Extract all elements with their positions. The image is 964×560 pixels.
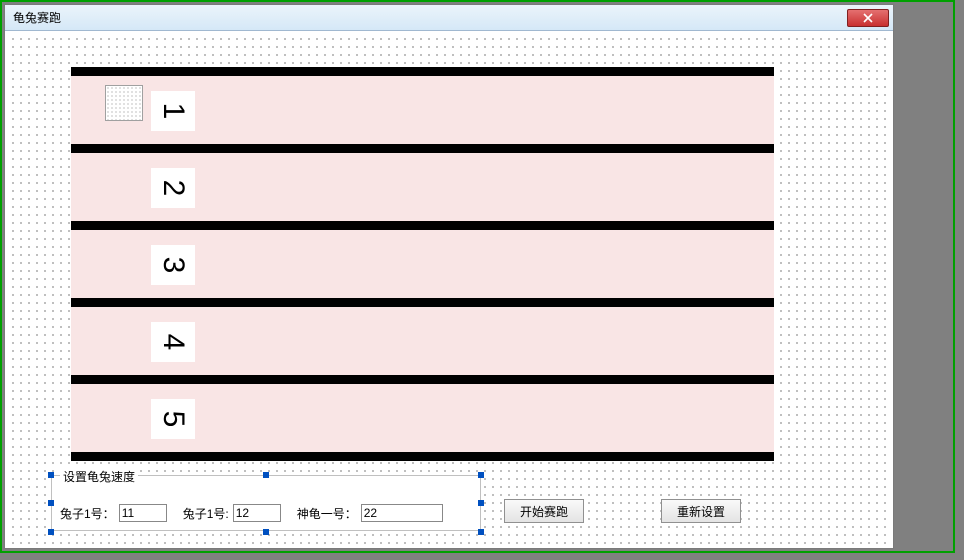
- window-title: 龟兔赛跑: [13, 9, 61, 26]
- track-divider: [71, 144, 774, 153]
- selection-handle[interactable]: [263, 529, 269, 535]
- rabbit2-label: 兔子1号:: [183, 505, 229, 522]
- selection-handle[interactable]: [263, 472, 269, 478]
- settings-legend: 设置龟兔速度: [60, 468, 138, 485]
- rabbit1-input[interactable]: [119, 504, 167, 522]
- lane-number-2: 2: [151, 168, 195, 208]
- lane-number-1: 1: [151, 91, 195, 131]
- start-race-button[interactable]: 开始赛跑: [504, 499, 584, 523]
- track-divider: [71, 221, 774, 230]
- app-window: 龟兔赛跑 1: [4, 4, 894, 549]
- rabbit2-input[interactable]: [233, 504, 281, 522]
- selection-handle[interactable]: [478, 500, 484, 506]
- selection-handle[interactable]: [48, 500, 54, 506]
- selection-handle[interactable]: [48, 529, 54, 535]
- close-button[interactable]: [847, 9, 889, 27]
- lane-number-3: 3: [151, 245, 195, 285]
- titlebar: 龟兔赛跑: [5, 5, 893, 31]
- race-track-panel: 1 2 3 4 5: [71, 67, 774, 461]
- track-divider: [71, 67, 774, 76]
- settings-row: 兔子1号： 兔子1号: 神龟一号：: [60, 504, 472, 522]
- turtle1-label: 神龟一号：: [297, 505, 357, 522]
- selection-handle[interactable]: [48, 472, 54, 478]
- rabbit1-label: 兔子1号：: [60, 505, 115, 522]
- lane-number-4: 4: [151, 322, 195, 362]
- track-divider: [71, 298, 774, 307]
- reset-button[interactable]: 重新设置: [661, 499, 741, 523]
- selection-handle[interactable]: [478, 472, 484, 478]
- track-divider: [71, 375, 774, 384]
- form-designer-surface[interactable]: 1 2 3 4 5 设置龟兔速度 兔子1号： 兔子1号:: [9, 35, 889, 544]
- speed-settings-group: 设置龟兔速度 兔子1号： 兔子1号: 神龟一号：: [51, 475, 481, 531]
- close-icon: [862, 13, 874, 23]
- turtle1-input[interactable]: [361, 504, 443, 522]
- track-divider: [71, 452, 774, 461]
- selection-handle[interactable]: [478, 529, 484, 535]
- designer-outer-selection: 龟兔赛跑 1: [0, 0, 955, 553]
- runner-marker-lane-1[interactable]: [105, 85, 143, 121]
- lane-number-5: 5: [151, 399, 195, 439]
- client-area: 1 2 3 4 5 设置龟兔速度 兔子1号： 兔子1号:: [5, 31, 893, 548]
